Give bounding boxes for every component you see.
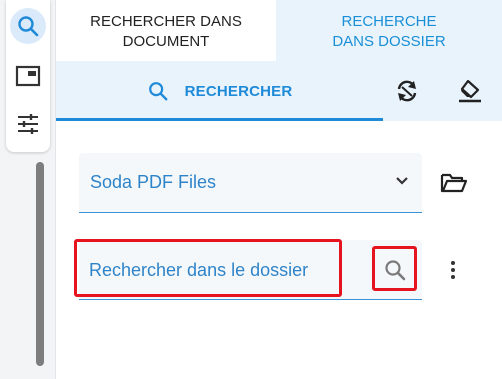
clear-button[interactable]	[452, 73, 488, 109]
tab-bar: RECHERCHER DANS DOCUMENT RECHERCHE DANS …	[56, 0, 502, 61]
tab-label: RECHERCHE DANS DOSSIER	[332, 12, 446, 50]
search-action-tab[interactable]: RECHERCHER	[56, 61, 383, 121]
more-vertical-icon	[451, 261, 455, 279]
eraser-icon	[459, 79, 481, 103]
rail-panel-button[interactable]	[10, 58, 46, 94]
tab-search-document[interactable]: RECHERCHER DANS DOCUMENT	[56, 0, 276, 61]
refresh-button[interactable]	[389, 73, 425, 109]
highlight-search-button	[372, 246, 417, 291]
search-icon	[148, 82, 168, 101]
search-action-label: RECHERCHER	[184, 82, 293, 100]
folder-select-value: Soda PDF Files	[90, 172, 217, 192]
folder-select[interactable]: Soda PDF Files	[79, 153, 422, 213]
chevron-down-icon	[396, 177, 408, 185]
rail-settings-button[interactable]	[10, 106, 46, 142]
search-panel: RECHERCHER DANS DOCUMENT RECHERCHE DANS …	[56, 0, 502, 379]
action-bar: RECHERCHER	[56, 61, 502, 121]
more-options-button[interactable]	[438, 255, 468, 285]
refresh-icon	[397, 80, 417, 102]
search-icon	[18, 16, 39, 37]
rail-scrollbar[interactable]	[36, 162, 44, 366]
rail-toolbar	[6, 0, 50, 152]
app-root: RECHERCHER DANS DOCUMENT RECHERCHE DANS …	[0, 0, 502, 379]
highlight-search-input	[74, 239, 342, 297]
sliders-icon	[18, 114, 38, 134]
rail-search-button[interactable]	[10, 8, 46, 44]
panel-icon	[15, 65, 41, 87]
browse-folder-button[interactable]	[436, 165, 472, 201]
tab-label: RECHERCHER DANS DOCUMENT	[90, 12, 242, 50]
tab-search-folder[interactable]: RECHERCHE DANS DOSSIER	[276, 0, 502, 61]
active-tab-indicator	[56, 118, 383, 121]
folder-open-icon	[440, 173, 468, 193]
left-rail	[0, 0, 56, 379]
